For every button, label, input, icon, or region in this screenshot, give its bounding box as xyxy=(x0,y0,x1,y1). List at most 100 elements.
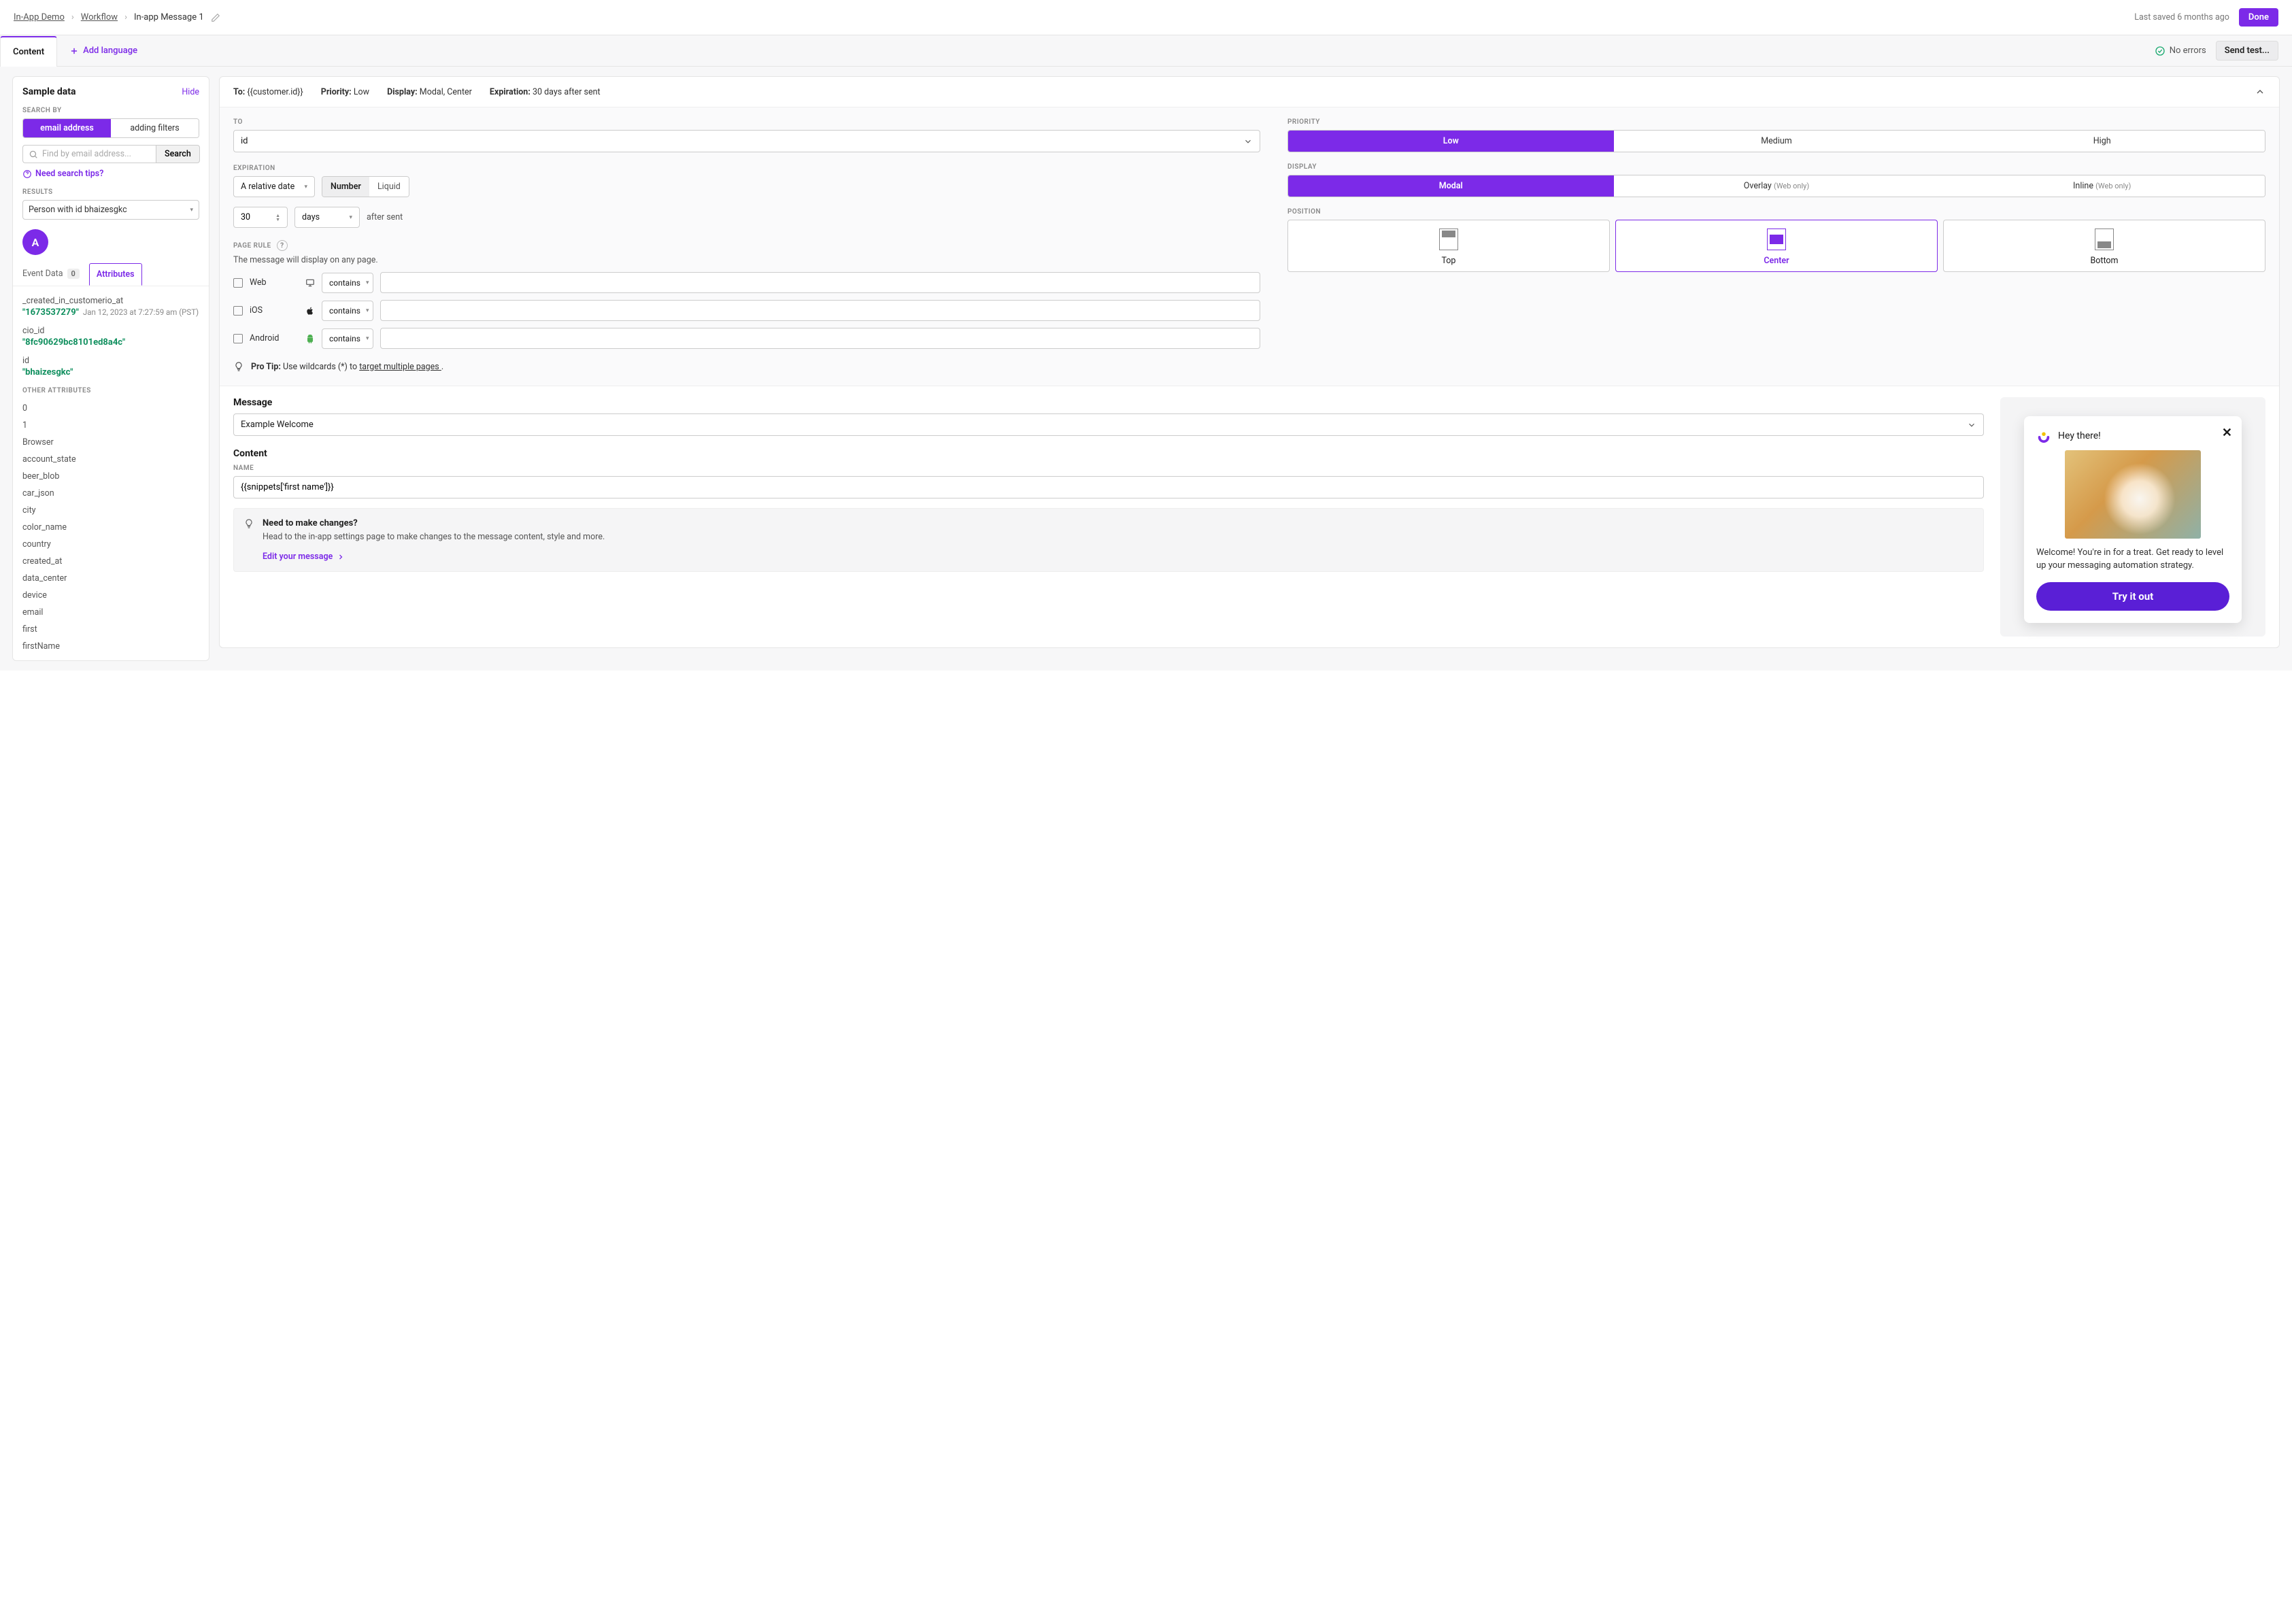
pencil-icon[interactable] xyxy=(211,13,220,22)
collapse-icon[interactable] xyxy=(2255,86,2265,97)
preview-body: Welcome! You're in for a treat. Get read… xyxy=(2036,547,2229,573)
attr-item[interactable]: email xyxy=(22,604,199,621)
attr-item[interactable]: Browser xyxy=(22,434,199,451)
expiration-format-segment: Number Liquid xyxy=(322,176,409,197)
ios-label: iOS xyxy=(250,305,299,316)
preview-cta-button[interactable]: Try it out xyxy=(2036,582,2229,611)
attr-item[interactable]: device xyxy=(22,587,199,604)
search-icon xyxy=(29,150,38,159)
results-select[interactable]: Person with id bhaizesgkc ▾ xyxy=(22,200,199,220)
search-button[interactable]: Search xyxy=(156,145,200,163)
display-segment: Modal Overlay (Web only) Inline (Web onl… xyxy=(1287,175,2265,197)
page-rule-text: The message will display on any page. xyxy=(233,255,1260,265)
avatar: A xyxy=(22,229,48,255)
attr-item[interactable]: account_state xyxy=(22,451,199,468)
position-label: POSITION xyxy=(1287,208,2265,216)
expiration-unit-select[interactable]: days ▾ xyxy=(294,207,360,228)
event-count-badge: 0 xyxy=(67,269,80,279)
attr-item[interactable]: firstName xyxy=(22,638,199,655)
position-options: Top Center Bottom xyxy=(1287,220,2265,272)
pro-tip-link[interactable]: target multiple pages xyxy=(359,362,441,372)
ios-condition-select[interactable]: contains▾ xyxy=(322,301,373,321)
no-errors-indicator: No errors xyxy=(2155,46,2206,56)
breadcrumb-item[interactable]: In-App Demo xyxy=(14,12,65,22)
android-checkbox[interactable] xyxy=(233,334,243,343)
attr-item[interactable]: created_at xyxy=(22,553,199,570)
search-mode-email[interactable]: email address xyxy=(23,119,111,137)
done-button[interactable]: Done xyxy=(2239,8,2278,27)
tab-attributes[interactable]: Attributes xyxy=(89,263,142,286)
content-heading: Content xyxy=(233,448,1984,459)
priority-low[interactable]: Low xyxy=(1288,131,1614,152)
priority-medium[interactable]: Medium xyxy=(1614,131,1940,152)
attr-item[interactable]: 1 xyxy=(22,417,199,434)
caret-down-icon: ▾ xyxy=(349,214,352,221)
results-label: RESULTS xyxy=(22,188,199,196)
android-icon xyxy=(305,334,315,343)
attr-value: "1673537279" xyxy=(22,307,79,318)
priority-high[interactable]: High xyxy=(1939,131,2265,152)
close-icon[interactable]: ✕ xyxy=(2222,426,2232,440)
display-modal[interactable]: Modal xyxy=(1288,175,1614,197)
android-label: Android xyxy=(250,333,299,343)
preview-greeting: Hey there! xyxy=(2058,430,2101,441)
expiration-type-select[interactable]: A relative date ▾ xyxy=(233,176,315,197)
expiration-number-input[interactable]: ▲▼ xyxy=(233,207,288,228)
attr-item[interactable]: first xyxy=(22,621,199,638)
ios-checkbox[interactable] xyxy=(233,306,243,316)
display-overlay[interactable]: Overlay (Web only) xyxy=(1614,175,1940,197)
position-center[interactable]: Center xyxy=(1615,220,1938,272)
attr-item[interactable]: car_json xyxy=(22,485,199,502)
attr-item[interactable]: city xyxy=(22,502,199,519)
position-center-icon xyxy=(1767,229,1786,250)
summary-display: Display: Modal, Center xyxy=(387,87,472,97)
edit-message-link[interactable]: Edit your message xyxy=(263,552,605,562)
page-rule-label: PAGE RULE xyxy=(233,242,271,250)
tab-content[interactable]: Content xyxy=(0,36,57,67)
to-label: TO xyxy=(233,118,1260,126)
chevron-down-icon xyxy=(1243,137,1253,146)
last-saved-label: Last saved 6 months ago xyxy=(2134,12,2229,22)
attr-item[interactable]: country xyxy=(22,536,199,553)
name-input[interactable] xyxy=(233,476,1984,498)
priority-label: PRIORITY xyxy=(1287,118,2265,126)
position-bottom[interactable]: Bottom xyxy=(1943,220,2265,272)
after-sent-label: after sent xyxy=(367,212,403,222)
attr-item[interactable]: data_center xyxy=(22,570,199,587)
hide-panel-link[interactable]: Hide xyxy=(182,87,199,97)
expiration-label: EXPIRATION xyxy=(233,165,1260,172)
web-condition-select[interactable]: contains▾ xyxy=(322,273,373,293)
web-checkbox[interactable] xyxy=(233,278,243,288)
message-template-select[interactable]: Example Welcome xyxy=(233,413,1984,436)
position-top-icon xyxy=(1439,229,1458,250)
other-attributes-label: OTHER ATTRIBUTES xyxy=(22,387,199,394)
chevron-right-icon: › xyxy=(124,12,127,22)
summary-to: To: {{customer.id}} xyxy=(233,87,303,97)
help-circle-icon[interactable]: ? xyxy=(277,240,288,251)
search-input[interactable] xyxy=(42,149,150,159)
format-number[interactable]: Number xyxy=(322,177,369,197)
to-select[interactable]: id xyxy=(233,130,1260,152)
apple-icon xyxy=(305,306,315,316)
caret-down-icon: ▾ xyxy=(304,184,307,190)
position-top[interactable]: Top xyxy=(1287,220,1610,272)
breadcrumb-item[interactable]: Workflow xyxy=(81,12,118,22)
ios-url-input[interactable] xyxy=(380,300,1260,321)
add-language-button[interactable]: Add language xyxy=(57,46,150,56)
attr-item[interactable]: color_name xyxy=(22,519,199,536)
format-liquid[interactable]: Liquid xyxy=(369,177,409,197)
android-url-input[interactable] xyxy=(380,328,1260,349)
attr-item[interactable]: 0 xyxy=(22,400,199,417)
display-inline[interactable]: Inline (Web only) xyxy=(1939,175,2265,197)
check-circle-icon xyxy=(2155,46,2165,56)
web-url-input[interactable] xyxy=(380,272,1260,293)
attr-item[interactable]: beer_blob xyxy=(22,468,199,485)
send-test-button[interactable]: Send test... xyxy=(2216,41,2278,61)
tab-event-data[interactable]: Event Data 0 xyxy=(22,262,80,286)
search-mode-filters[interactable]: adding filters xyxy=(111,119,199,137)
sample-data-title: Sample data xyxy=(22,86,75,97)
stepper-icon[interactable]: ▲▼ xyxy=(275,214,280,222)
android-condition-select[interactable]: contains▾ xyxy=(322,328,373,349)
summary-priority: Priority: Low xyxy=(321,87,369,97)
search-tips-link[interactable]: Need search tips? xyxy=(22,169,199,179)
